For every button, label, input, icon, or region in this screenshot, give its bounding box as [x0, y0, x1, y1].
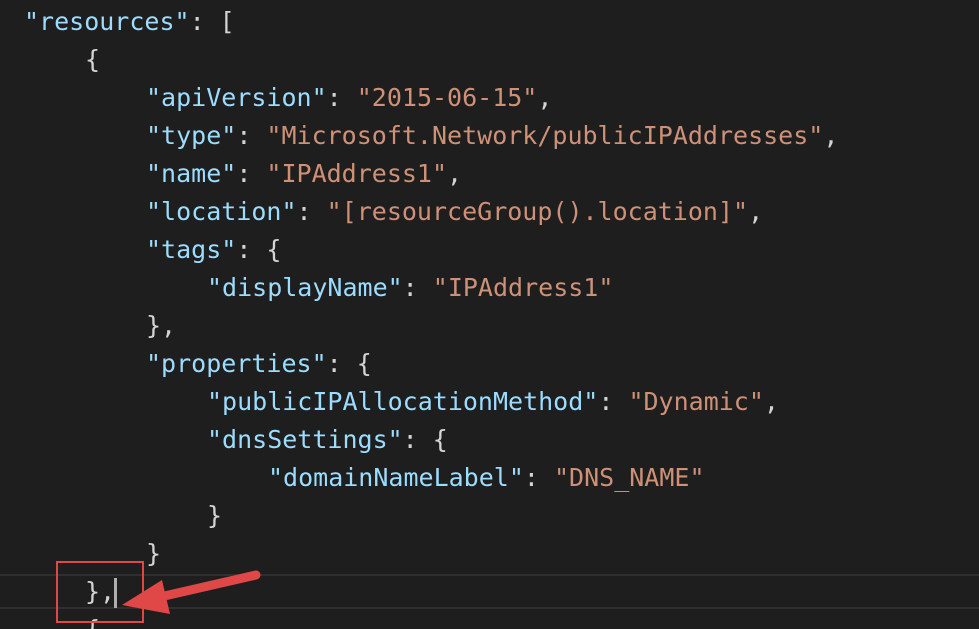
- json-key: "type": [146, 121, 237, 150]
- json-punctuation: ,: [447, 159, 463, 188]
- json-key: "domainNameLabel": [268, 463, 524, 492]
- json-key: "dnsSettings": [207, 425, 403, 454]
- code-line[interactable]: "domainNameLabel": "DNS_NAME": [268, 459, 705, 497]
- code-line[interactable]: "properties": {: [146, 345, 372, 383]
- json-key: "tags": [146, 235, 237, 264]
- json-key: "resources": [24, 7, 190, 36]
- json-punctuation: :: [523, 463, 554, 492]
- code-editor[interactable]: "resources": [ { "apiVersion": "2015-06-15…: [0, 0, 979, 629]
- json-punctuation: ,: [537, 83, 553, 112]
- json-string: "2015-06-15": [356, 83, 538, 112]
- json-punctuation: {: [85, 45, 101, 74]
- code-line[interactable]: {: [85, 41, 100, 79]
- code-line[interactable]: "displayName": "IPAddress1": [207, 269, 613, 307]
- json-punctuation: :: [296, 197, 327, 226]
- json-key: "displayName": [207, 273, 403, 302]
- json-punctuation: : {: [236, 235, 282, 264]
- json-punctuation: : {: [402, 425, 448, 454]
- json-key: "location": [146, 197, 297, 226]
- annotation-highlight-box: [56, 561, 144, 623]
- json-punctuation: ,: [823, 121, 839, 150]
- json-punctuation: }: [207, 501, 223, 530]
- code-line[interactable]: "publicIPAllocationMethod": "Dynamic",: [207, 383, 779, 421]
- json-string: "[resourceGroup().location]": [326, 197, 749, 226]
- json-string: "Dynamic": [628, 387, 764, 416]
- json-string: "IPAddress1": [432, 273, 614, 302]
- json-punctuation: }: [146, 539, 162, 568]
- json-key: "properties": [146, 349, 327, 378]
- json-punctuation: :: [236, 121, 267, 150]
- json-punctuation: : {: [326, 349, 372, 378]
- json-string: "DNS_NAME": [553, 463, 705, 492]
- json-punctuation: :: [402, 273, 433, 302]
- json-string: "IPAddress1": [266, 159, 448, 188]
- json-key: "name": [146, 159, 237, 188]
- json-punctuation: ,: [763, 387, 779, 416]
- json-punctuation: :: [598, 387, 629, 416]
- json-string: "Microsoft.Network/publicIPAddresses": [266, 121, 824, 150]
- json-punctuation: :: [236, 159, 267, 188]
- code-line[interactable]: "tags": {: [146, 231, 281, 269]
- json-punctuation: },: [146, 311, 177, 340]
- json-key: "publicIPAllocationMethod": [207, 387, 599, 416]
- code-line[interactable]: "type": "Microsoft.Network/publicIPAddre…: [146, 117, 838, 155]
- code-line[interactable]: },: [146, 307, 176, 345]
- code-line[interactable]: "name": "IPAddress1",: [146, 155, 462, 193]
- json-key: "apiVersion": [146, 83, 327, 112]
- json-punctuation: :: [326, 83, 357, 112]
- json-punctuation: : [: [189, 7, 235, 36]
- current-line-highlight: [0, 574, 979, 609]
- code-line[interactable]: "dnsSettings": {: [207, 421, 448, 459]
- code-line[interactable]: "location": "[resourceGroup().location]"…: [146, 193, 763, 231]
- json-punctuation: ,: [748, 197, 764, 226]
- code-line[interactable]: }: [207, 497, 222, 535]
- code-line[interactable]: "apiVersion": "2015-06-15",: [146, 79, 552, 117]
- code-line[interactable]: }: [146, 535, 161, 573]
- code-line[interactable]: "resources": [: [24, 3, 235, 41]
